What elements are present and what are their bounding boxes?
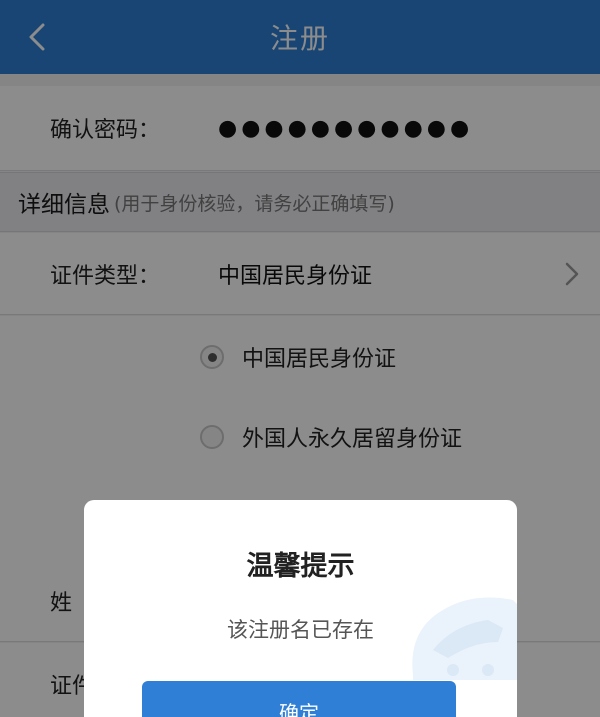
dialog-message: 该注册名已存在 [227,618,374,642]
dialog-title: 温馨提示 [246,551,355,582]
alert-dialog: 温馨提示 该注册名已存在 确定 [84,500,517,717]
confirm-button[interactable]: 确定 [142,681,456,717]
